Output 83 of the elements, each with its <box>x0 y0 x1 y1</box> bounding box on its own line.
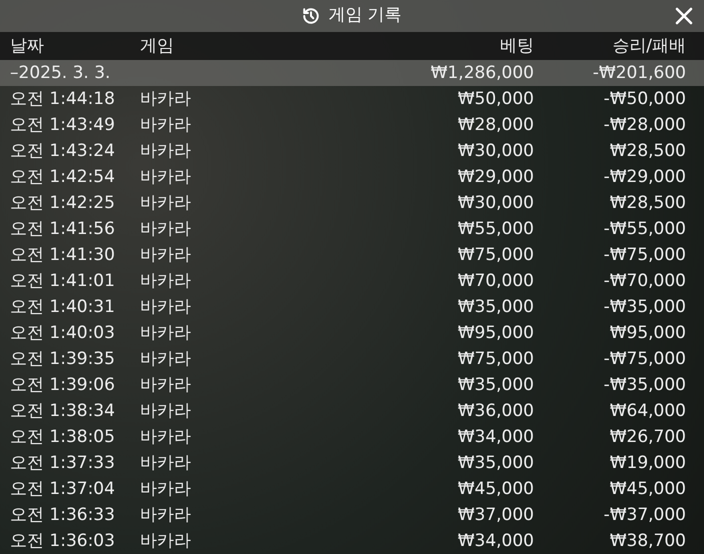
table-cell-text: 바카라 <box>140 140 192 163</box>
column-header: 승리/패배 <box>611 35 686 58</box>
column-header: 게임 <box>140 35 175 58</box>
table-cell-text: ₩95,000 <box>456 322 534 345</box>
table-cell-text: ₩75,000 <box>456 244 534 267</box>
table-cell-text: 바카라 <box>140 322 192 345</box>
table-cell-text: 오전 1:41:01 <box>10 270 116 293</box>
table-cell-text: ₩37,000 <box>456 504 534 527</box>
table-cell-text: ₩28,000 <box>456 114 534 137</box>
close-icon <box>674 6 694 26</box>
table-cell-text: 오전 1:39:35 <box>10 348 116 371</box>
table-cell-text: 오전 1:42:25 <box>10 192 116 215</box>
table-cell-text: -₩37,000 <box>602 504 686 527</box>
table-cell-text: ₩30,000 <box>456 192 534 215</box>
window-title: 게임 기록 <box>328 4 402 28</box>
table-cell-text: 바카라 <box>140 530 192 553</box>
table-cell-text: ₩36,000 <box>456 400 534 423</box>
table-cell-text: ₩95,000 <box>608 322 686 345</box>
table-cell-text: 오전 1:44:18 <box>10 88 116 111</box>
table-cell-text: ₩70,000 <box>456 270 534 293</box>
table-cell-text: ₩30,000 <box>456 140 534 163</box>
table-cell-text: -₩35,000 <box>602 296 686 319</box>
table-cell-text: -₩55,000 <box>602 218 686 241</box>
table-cell-text: ₩55,000 <box>456 218 534 241</box>
table-cell-text: 오전 1:42:54 <box>10 166 116 189</box>
history-icon <box>302 7 320 25</box>
table-cell-text: ₩28,500 <box>608 140 686 163</box>
table-cell-text: ₩50,000 <box>456 88 534 111</box>
table-cell-text: 바카라 <box>140 504 192 527</box>
table-cell-text: 바카라 <box>140 88 192 111</box>
column-header: 날짜 <box>10 35 45 58</box>
table-cell-text: 오전 1:41:56 <box>10 218 116 241</box>
table-cell-text: 바카라 <box>140 114 192 137</box>
table-cell-text: -₩50,000 <box>602 88 686 111</box>
table-cell-text: ₩38,700 <box>608 530 686 553</box>
table-cell-text: ₩45,000 <box>456 478 534 501</box>
table-cell-text: ₩29,000 <box>456 166 534 189</box>
table-cell-text: 바카라 <box>140 400 192 423</box>
date-group-row[interactable]: –2025. 3. 3. ₩1,286,000 -₩201,600 <box>0 60 704 86</box>
table-cell-text: ₩35,000 <box>456 452 534 475</box>
table-cell-text: 오전 1:43:49 <box>10 114 116 137</box>
table-cell-text: ₩64,000 <box>608 400 686 423</box>
table-cell-text: ₩28,500 <box>608 192 686 215</box>
table-cell-text: 바카라 <box>140 452 192 475</box>
table-cell-text: 오전 1:37:04 <box>10 478 116 501</box>
table-cell-text: ₩19,000 <box>608 452 686 475</box>
table-cell-text: 바카라 <box>140 348 192 371</box>
table-cell-text: 오전 1:43:24 <box>10 140 116 163</box>
table-cell-text: ₩26,700 <box>608 426 686 449</box>
table-cell-text: 바카라 <box>140 244 192 267</box>
table-cell-text: 오전 1:40:03 <box>10 322 116 345</box>
table-cell-text: ₩34,000 <box>456 426 534 449</box>
table-cell-text: 오전 1:38:34 <box>10 400 116 423</box>
table-cell-text: 오전 1:37:33 <box>10 452 116 475</box>
table-cell-text: 오전 1:40:31 <box>10 296 116 319</box>
table-cell-text: 오전 1:38:05 <box>10 426 116 449</box>
table-cell-text: 바카라 <box>140 296 192 319</box>
table-cell-text: ₩75,000 <box>456 348 534 371</box>
table-cell-text: 바카라 <box>140 426 192 449</box>
table-cell-text: 오전 1:36:33 <box>10 504 116 527</box>
table-cell-text: -₩201,600 <box>592 62 686 85</box>
table-cell-text: ₩35,000 <box>456 296 534 319</box>
table-cell-text: 오전 1:39:06 <box>10 374 116 397</box>
table-cell-text: ₩45,000 <box>608 478 686 501</box>
table-cell-text: 오전 1:41:30 <box>10 244 116 267</box>
column-header: 베팅 <box>499 35 534 58</box>
table-cell-text: -₩70,000 <box>602 270 686 293</box>
table-cell-text: ₩35,000 <box>456 374 534 397</box>
table-cell-text: -₩75,000 <box>602 244 686 267</box>
table-cell-text: 오전 1:36:03 <box>10 530 116 553</box>
table-cell-text: 바카라 <box>140 478 192 501</box>
table-cell-text: 바카라 <box>140 166 192 189</box>
table-cell-text: ₩1,286,000 <box>430 62 534 85</box>
table-cell-text: 바카라 <box>140 192 192 215</box>
table-cell-text: 바카라 <box>140 218 192 241</box>
table-cell-text: 바카라 <box>140 270 192 293</box>
table-cell-text: -₩75,000 <box>602 348 686 371</box>
group-date: –2025. 3. 3. <box>10 62 112 85</box>
table-cell-text: -₩29,000 <box>602 166 686 189</box>
table-cell-text: -₩35,000 <box>602 374 686 397</box>
table-cell-text: ₩34,000 <box>456 530 534 553</box>
table-cell-text: 바카라 <box>140 374 192 397</box>
table-cell-text: -₩28,000 <box>602 114 686 137</box>
